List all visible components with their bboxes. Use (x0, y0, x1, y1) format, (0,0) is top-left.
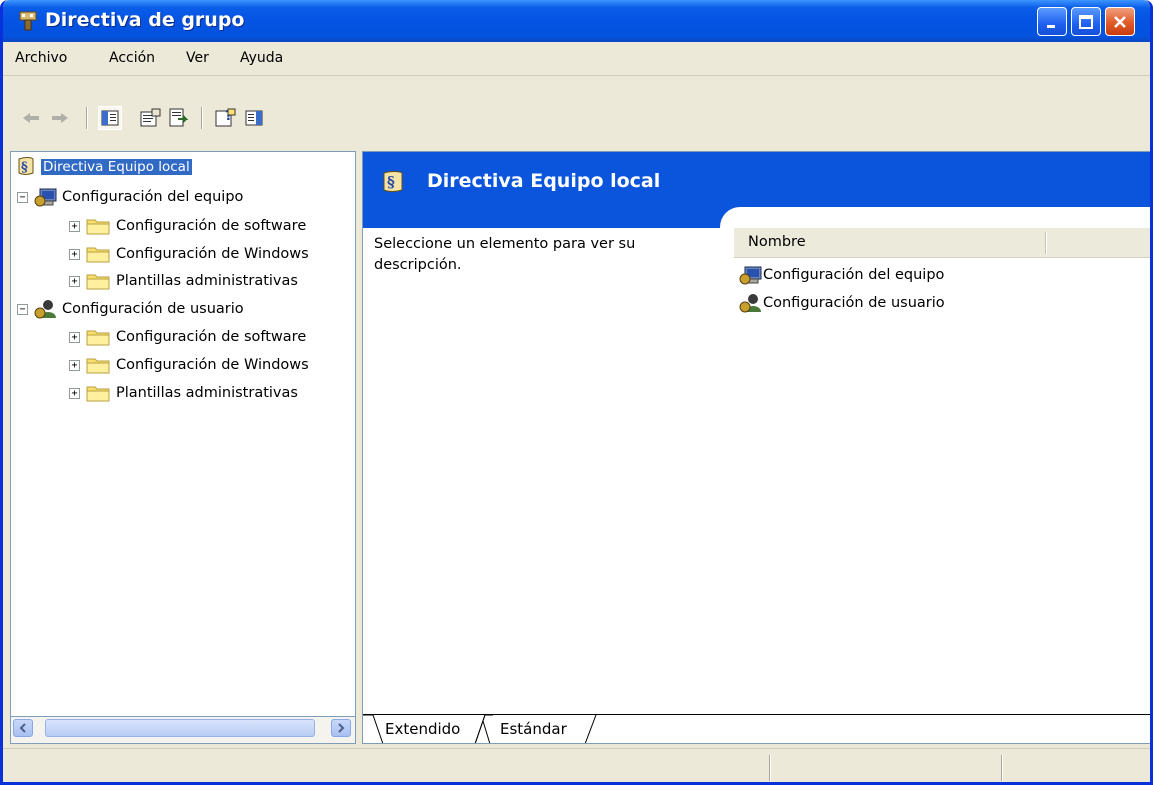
close-button[interactable] (1105, 7, 1135, 36)
tree-root-label: Directiva Equipo local (41, 159, 192, 175)
chevron-left-icon (19, 723, 26, 733)
folder-icon (86, 330, 110, 346)
status-separator (769, 755, 771, 781)
tree-label: Plantillas administrativas (116, 273, 298, 289)
column-nombre[interactable]: Nombre (748, 234, 806, 250)
list-item-user-config[interactable]: Configuración de usuario (739, 290, 945, 316)
back-arrow-icon (23, 113, 39, 123)
scroll-left-button[interactable] (13, 719, 33, 737)
expand-icon[interactable]: + (69, 331, 80, 343)
forward-button[interactable] (48, 106, 72, 130)
close-icon (1114, 15, 1126, 28)
tree-label: Configuración de usuario (62, 301, 244, 317)
show-hide-action-pane-button[interactable] (242, 106, 266, 130)
menu-ver[interactable]: Ver (186, 50, 209, 66)
svg-text:§: § (387, 173, 395, 191)
group-policy-icon (19, 11, 37, 31)
tree-item-root[interactable]: § Directiva Equipo local (15, 156, 192, 178)
title-bar[interactable]: Directiva de grupo (3, 0, 1150, 42)
collapse-icon[interactable]: − (17, 303, 28, 315)
tree-item-user-templates[interactable]: + Plantillas administrativas (69, 382, 298, 404)
list-column-header: Nombre (734, 228, 1150, 258)
folder-icon (86, 247, 110, 263)
back-button[interactable] (19, 106, 43, 130)
tree-item-computer-software[interactable]: + Configuración de software (69, 215, 306, 237)
column-separator[interactable] (1045, 232, 1047, 254)
tree-item-user-software[interactable]: + Configuración de software (69, 326, 306, 348)
policy-scroll-icon: § (383, 171, 403, 192)
chevron-right-icon (338, 723, 345, 733)
minimize-button[interactable] (1037, 7, 1067, 36)
computer-config-icon (34, 188, 57, 207)
tree-item-user-config[interactable]: − Configuración de usuario (17, 298, 244, 320)
expand-icon[interactable]: + (69, 220, 80, 232)
folder-icon (86, 386, 110, 402)
scrollbar-thumb[interactable] (45, 719, 315, 737)
group-policy-window: Directiva de grupo Archivo Acción Ver Ay… (0, 0, 1153, 785)
description-text: Seleccione un elemento para ver su descr… (374, 236, 636, 273)
tab-estandar[interactable]: Estándar (500, 715, 567, 743)
status-separator (1001, 755, 1003, 781)
tree-item-computer-config[interactable]: − Configuración del equipo (17, 186, 243, 208)
forward-arrow-icon (52, 113, 68, 123)
scroll-right-button[interactable] (331, 719, 351, 737)
status-bar (3, 748, 1150, 782)
toolbar: ? (3, 77, 1150, 147)
properties-button[interactable] (139, 106, 163, 130)
help-icon: ? (215, 108, 236, 127)
list-item-computer-config[interactable]: Configuración del equipo (739, 262, 944, 288)
computer-config-icon (739, 266, 762, 285)
show-hide-action-pane-icon (245, 110, 263, 126)
console-tree[interactable]: § Directiva Equipo local − Configuración… (10, 151, 356, 717)
svg-text:§: § (21, 160, 28, 175)
tree-label: Configuración de software (116, 218, 307, 234)
collapse-icon[interactable]: − (17, 191, 28, 203)
show-hide-tree-button[interactable] (98, 106, 122, 130)
menu-ayuda[interactable]: Ayuda (240, 50, 283, 66)
tree-label: Configuración del equipo (62, 189, 244, 205)
policy-scroll-icon: § (18, 157, 34, 175)
user-config-icon (739, 294, 761, 313)
banner-title: Directiva Equipo local (427, 170, 661, 192)
tree-label: Configuración de software (116, 329, 307, 345)
folder-icon (86, 219, 110, 235)
export-list-icon (169, 108, 188, 127)
expand-icon[interactable]: + (69, 359, 80, 371)
expand-icon[interactable]: + (69, 275, 80, 287)
tree-label: Configuración de Windows (116, 357, 309, 373)
window-title: Directiva de grupo (45, 9, 245, 31)
user-config-icon (34, 300, 56, 319)
view-tabs: Extendido Estándar (363, 714, 1150, 743)
tree-item-computer-windows[interactable]: + Configuración de Windows (69, 243, 309, 265)
tree-item-computer-templates[interactable]: + Plantillas administrativas (69, 270, 298, 292)
details-pane: § Directiva Equipo local Seleccione un e… (362, 151, 1150, 744)
minimize-icon (1047, 24, 1055, 28)
folder-icon (86, 274, 110, 290)
menu-bar: Archivo Acción Ver Ayuda (3, 42, 1150, 76)
tree-horizontal-scrollbar[interactable] (10, 717, 356, 744)
export-list-button[interactable] (166, 106, 190, 130)
tree-label: Configuración de Windows (116, 246, 309, 262)
tree-label: Plantillas administrativas (116, 385, 298, 401)
help-button[interactable]: ? (214, 106, 238, 130)
tree-item-user-windows[interactable]: + Configuración de Windows (69, 354, 309, 376)
tab-extendido[interactable]: Extendido (385, 715, 460, 743)
toolbar-separator (86, 107, 88, 129)
show-hide-tree-icon (101, 110, 119, 126)
properties-icon (140, 108, 161, 127)
list-item-label: Configuración del equipo (763, 267, 945, 283)
expand-icon[interactable]: + (69, 248, 80, 260)
folder-icon (86, 358, 110, 374)
maximize-icon (1079, 14, 1093, 29)
maximize-button[interactable] (1071, 7, 1101, 36)
expand-icon[interactable]: + (69, 387, 80, 399)
list-item-label: Configuración de usuario (763, 295, 945, 311)
toolbar-separator (201, 107, 203, 129)
menu-archivo[interactable]: Archivo (15, 50, 67, 66)
menu-accion[interactable]: Acción (109, 50, 155, 66)
